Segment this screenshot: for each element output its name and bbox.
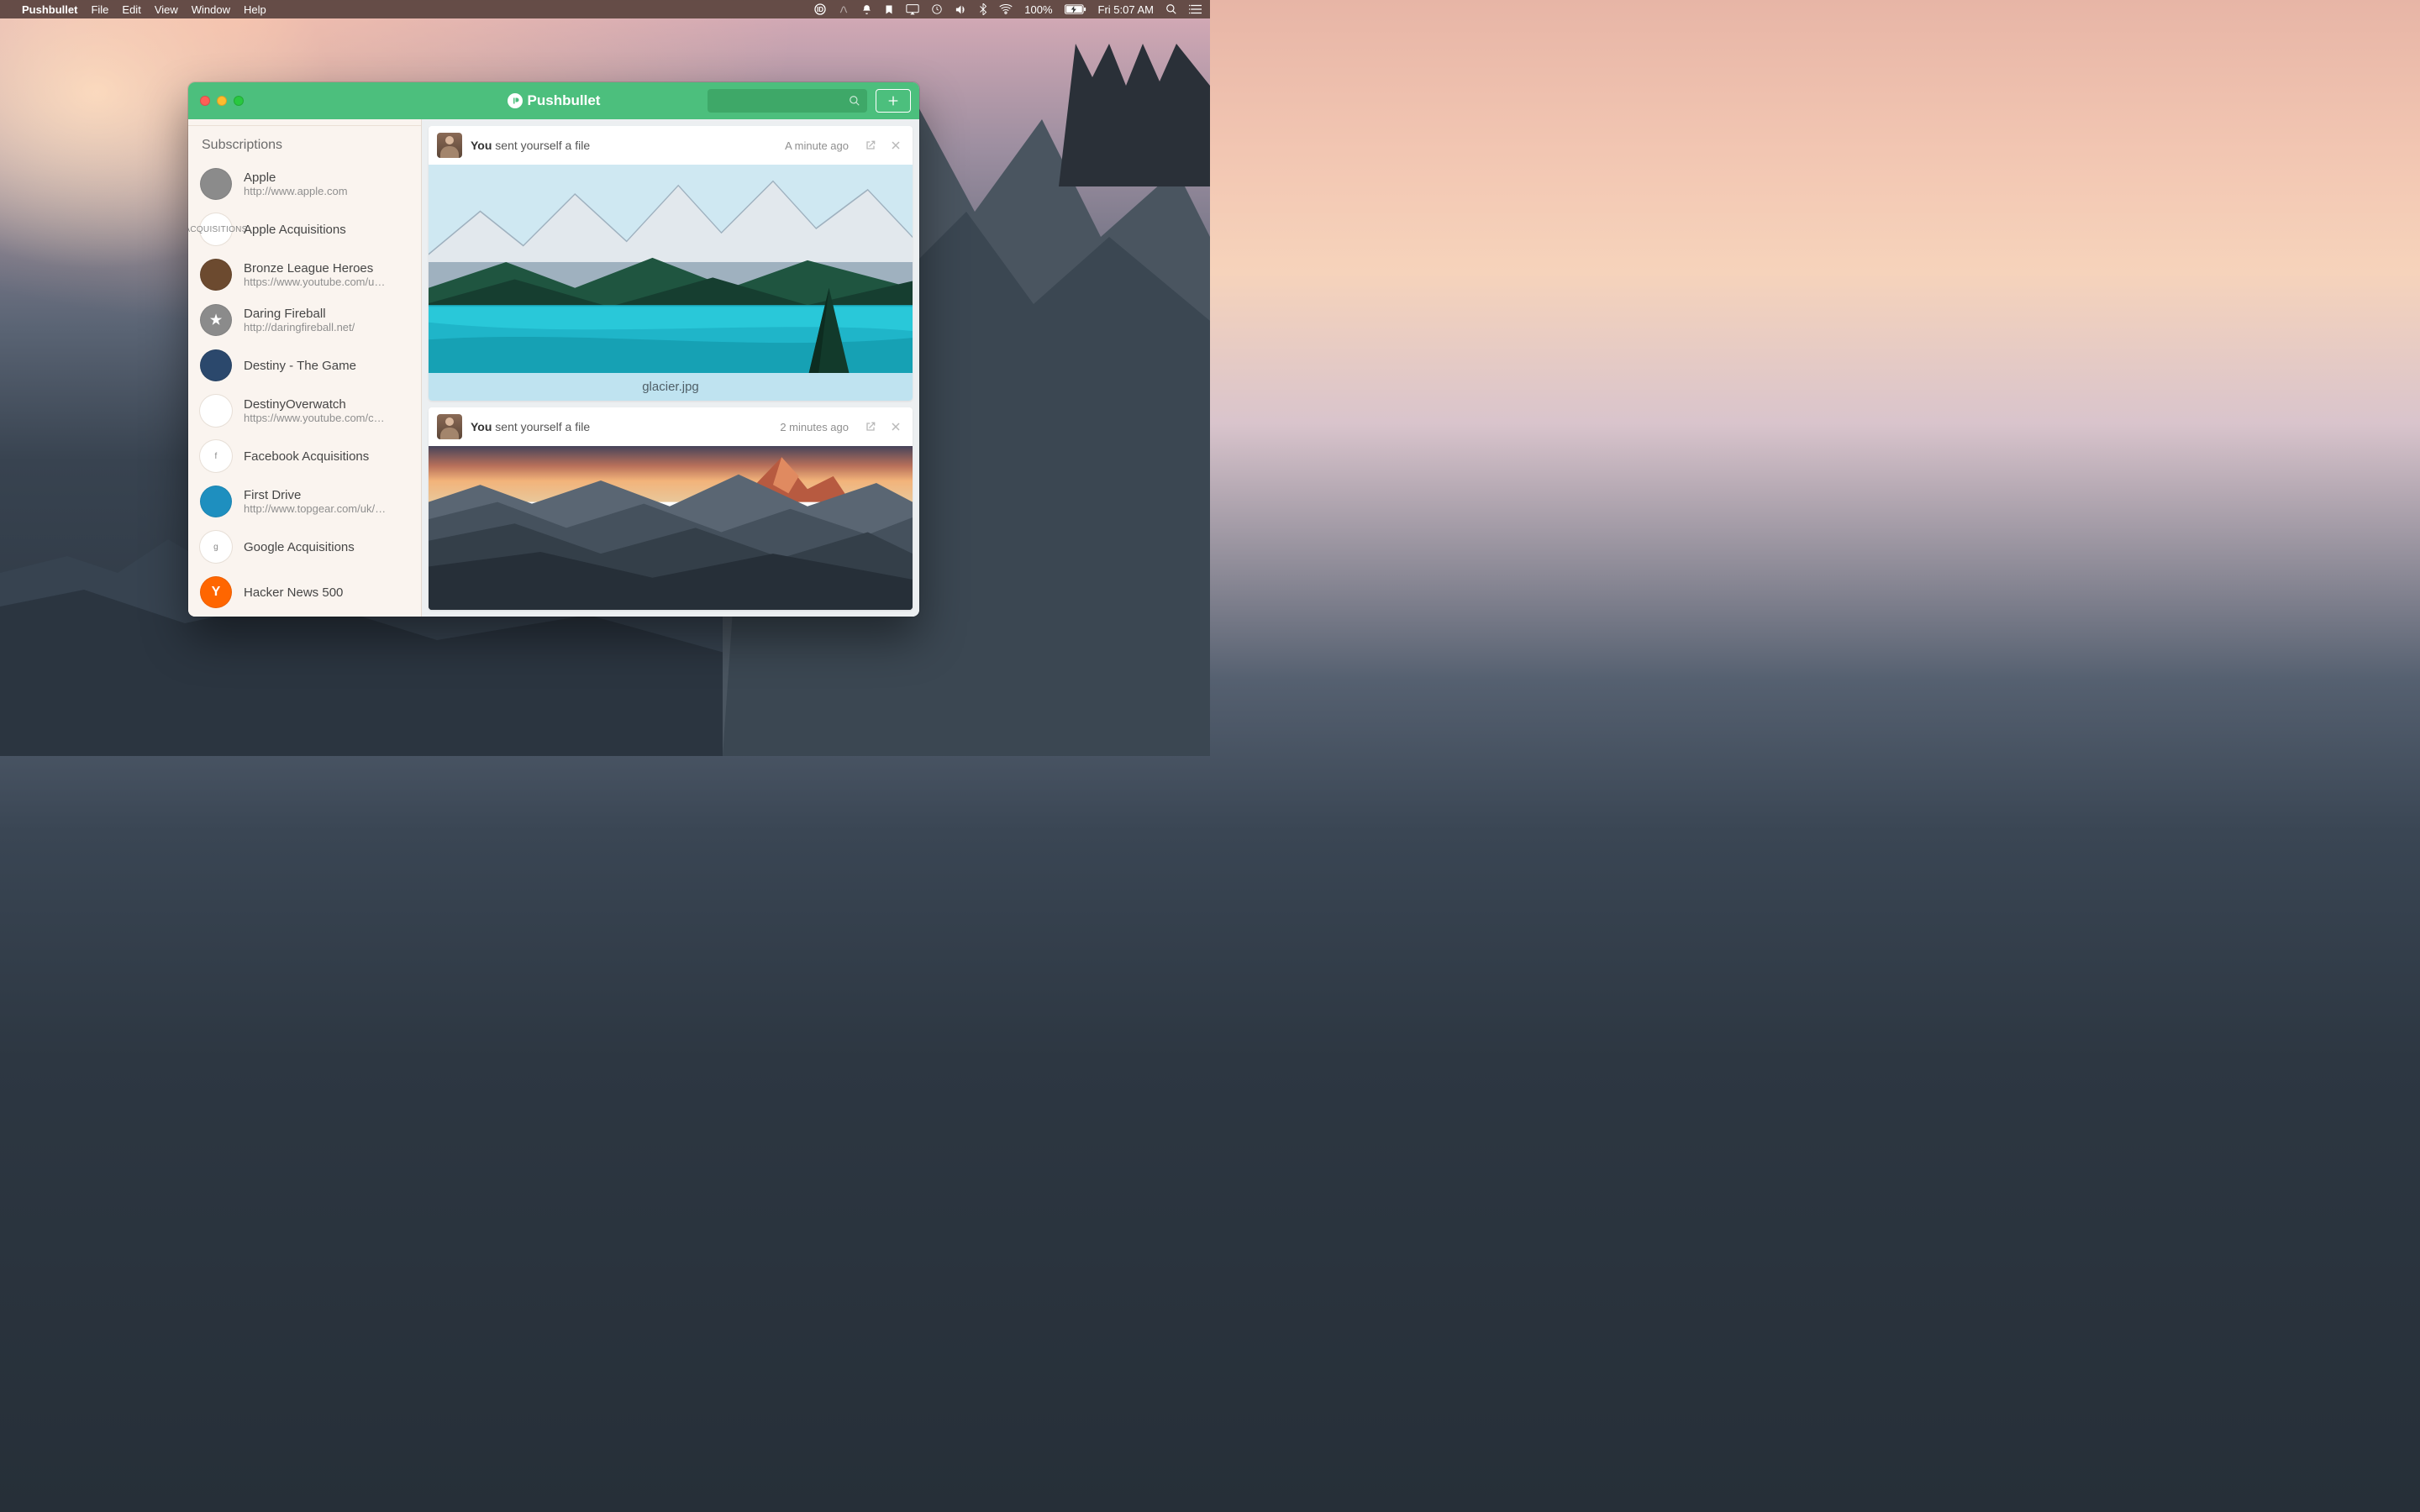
- subscription-avatar-icon: [200, 168, 232, 200]
- push-sender: You: [471, 139, 492, 152]
- timemachine-icon[interactable]: [931, 3, 943, 15]
- wifi-icon[interactable]: [999, 4, 1013, 14]
- subscription-url: http://www.topgear.com/uk/…: [244, 502, 386, 515]
- subscription-url: https://www.youtube.com/c…: [244, 412, 385, 424]
- menu-help[interactable]: Help: [244, 3, 266, 16]
- sidebar-item[interactable]: Bronze League Heroeshttps://www.youtube.…: [188, 252, 421, 297]
- push-caption: glacier.jpg: [429, 373, 913, 401]
- subscription-title: DestinyOverwatch: [244, 397, 385, 412]
- menu-file[interactable]: File: [91, 3, 108, 16]
- push-image[interactable]: [429, 165, 913, 373]
- subscriptions-list: Applehttp://www.apple.com ACQUISITIONS App…: [188, 161, 421, 617]
- sidebar-item[interactable]: Y Hacker News 500: [188, 570, 421, 615]
- search-icon: [849, 95, 860, 107]
- subscription-title: Bronze League Heroes: [244, 261, 385, 276]
- app-window: Pushbullet Subscriptions Applehttp://www…: [188, 82, 919, 617]
- share-button[interactable]: [862, 418, 879, 435]
- push-action: sent yourself a file: [495, 139, 590, 152]
- subscription-title: First Drive: [244, 488, 386, 502]
- subscription-url: http://www.apple.com: [244, 185, 348, 197]
- window-zoom-button[interactable]: [234, 96, 244, 106]
- subscription-url: https://www.youtube.com/u…: [244, 276, 385, 288]
- sidebar-item[interactable]: Applehttp://www.apple.com: [188, 161, 421, 207]
- macos-menubar: Pushbullet File Edit View Window Help ID…: [0, 0, 1210, 18]
- push-card: You sent yourself a file 2 minutes ago: [429, 407, 913, 610]
- pushbullet-logo-icon: [508, 93, 523, 108]
- notification-bell-icon[interactable]: [861, 4, 872, 15]
- airplay-icon[interactable]: [906, 4, 919, 15]
- subscription-avatar-icon: Y: [200, 576, 232, 608]
- battery-percent: 100%: [1024, 3, 1052, 16]
- svg-text:ID: ID: [817, 6, 823, 13]
- subscription-avatar-icon: ACQUISITIONS: [200, 213, 232, 245]
- window-title-text: Pushbullet: [528, 92, 601, 109]
- subscription-avatar-icon: [200, 349, 232, 381]
- bookmark-icon[interactable]: [884, 4, 894, 15]
- sidebar-item[interactable]: g Google Acquisitions: [188, 524, 421, 570]
- new-push-button[interactable]: [876, 89, 911, 113]
- menu-edit[interactable]: Edit: [122, 3, 140, 16]
- sidebar-header: Subscriptions: [188, 126, 421, 161]
- push-card: You sent yourself a file A minute ago gl…: [429, 126, 913, 401]
- sidebar-item[interactable]: DestinyOverwatchhttps://www.youtube.com/…: [188, 388, 421, 433]
- feed: You sent yourself a file A minute ago gl…: [422, 119, 919, 617]
- menubar-clock[interactable]: Fri 5:07 AM: [1098, 3, 1154, 16]
- dismiss-button[interactable]: [887, 418, 904, 435]
- subscription-avatar-icon: ★: [200, 304, 232, 336]
- share-icon: [864, 139, 877, 152]
- status-icon-2[interactable]: [838, 3, 850, 15]
- search-input[interactable]: [708, 89, 867, 113]
- menu-view[interactable]: View: [155, 3, 178, 16]
- menubar-app-name[interactable]: Pushbullet: [22, 3, 77, 16]
- push-time: 2 minutes ago: [780, 421, 849, 433]
- window-minimize-button[interactable]: [217, 96, 227, 106]
- window-close-button[interactable]: [200, 96, 210, 106]
- status-icon-1[interactable]: ID: [814, 3, 826, 15]
- menu-window[interactable]: Window: [192, 3, 230, 16]
- dismiss-button[interactable]: [887, 137, 904, 154]
- push-meta: You sent yourself a file: [471, 420, 771, 433]
- window-titlebar: Pushbullet: [188, 82, 919, 119]
- push-header: You sent yourself a file A minute ago: [429, 126, 913, 165]
- subscription-title: Apple: [244, 171, 348, 185]
- share-icon: [864, 420, 877, 433]
- subscription-title: Google Acquisitions: [244, 540, 355, 554]
- battery-icon[interactable]: [1065, 4, 1086, 15]
- push-sender-avatar: [437, 133, 462, 158]
- push-sender: You: [471, 420, 492, 433]
- subscription-avatar-icon: [200, 259, 232, 291]
- subscription-avatar-icon: f: [200, 440, 232, 472]
- push-time: A minute ago: [785, 139, 849, 152]
- subscription-title: Hacker News 500: [244, 585, 343, 600]
- volume-icon[interactable]: [955, 4, 967, 15]
- sidebar-item[interactable]: f Facebook Acquisitions: [188, 433, 421, 479]
- push-sender-avatar: [437, 414, 462, 439]
- plus-icon: [886, 94, 900, 108]
- spotlight-icon[interactable]: [1165, 3, 1177, 15]
- subscription-avatar-icon: [200, 395, 232, 427]
- sidebar-item[interactable]: ★ Daring Fireballhttp://daringfireball.ne…: [188, 297, 421, 343]
- sidebar-item[interactable]: ACQUISITIONS Apple Acquisitions: [188, 207, 421, 252]
- subscription-title: Daring Fireball: [244, 307, 355, 321]
- subscription-avatar-icon: g: [200, 531, 232, 563]
- list-icon[interactable]: [1189, 4, 1202, 14]
- close-icon: [889, 139, 902, 152]
- sidebar-item[interactable]: Destiny - The Game: [188, 343, 421, 388]
- push-action: sent yourself a file: [495, 420, 590, 433]
- push-header: You sent yourself a file 2 minutes ago: [429, 407, 913, 446]
- subscription-title: Apple Acquisitions: [244, 223, 346, 237]
- subscription-title: Destiny - The Game: [244, 359, 356, 373]
- sidebar: Subscriptions Applehttp://www.apple.comA…: [188, 119, 422, 617]
- push-meta: You sent yourself a file: [471, 139, 776, 152]
- push-image[interactable]: [429, 446, 913, 610]
- window-traffic-lights: [197, 96, 249, 106]
- subscription-avatar-icon: [200, 486, 232, 517]
- sidebar-item[interactable]: First Drivehttp://www.topgear.com/uk/…: [188, 479, 421, 524]
- subscription-title: Facebook Acquisitions: [244, 449, 369, 464]
- close-icon: [889, 420, 902, 433]
- subscription-url: http://daringfireball.net/: [244, 321, 355, 333]
- bluetooth-icon[interactable]: [979, 3, 987, 15]
- share-button[interactable]: [862, 137, 879, 154]
